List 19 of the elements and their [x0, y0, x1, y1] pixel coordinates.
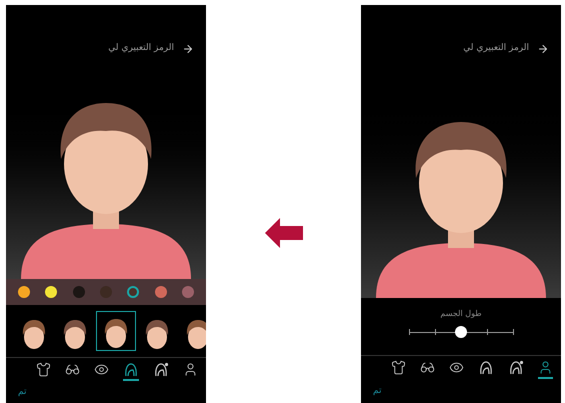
color-swatch[interactable]	[182, 286, 194, 298]
screen-title: الرمز التعبيري لي	[463, 42, 529, 56]
arrow-right-icon[interactable]	[537, 43, 549, 55]
arrow-right-icon[interactable]	[182, 43, 194, 55]
hair-icon[interactable]	[123, 360, 139, 380]
done-button[interactable]: تم	[18, 386, 26, 400]
person-icon[interactable]	[538, 358, 553, 378]
color-swatch[interactable]	[127, 286, 140, 298]
color-swatch[interactable]	[18, 286, 30, 298]
size-slider[interactable]	[409, 326, 513, 338]
slider-label: طول الجسم	[440, 308, 482, 320]
hair-style-thumbnail[interactable]	[96, 311, 136, 351]
color-swatch[interactable]	[154, 286, 167, 298]
screen-title: الرمز التعبيري لي	[108, 42, 174, 56]
color-swatch[interactable]	[45, 286, 58, 298]
slider-thumb[interactable]	[455, 326, 467, 338]
done-button[interactable]: تم	[373, 385, 382, 399]
arrow-left-icon	[264, 218, 302, 248]
color-swatch[interactable]	[72, 286, 85, 298]
